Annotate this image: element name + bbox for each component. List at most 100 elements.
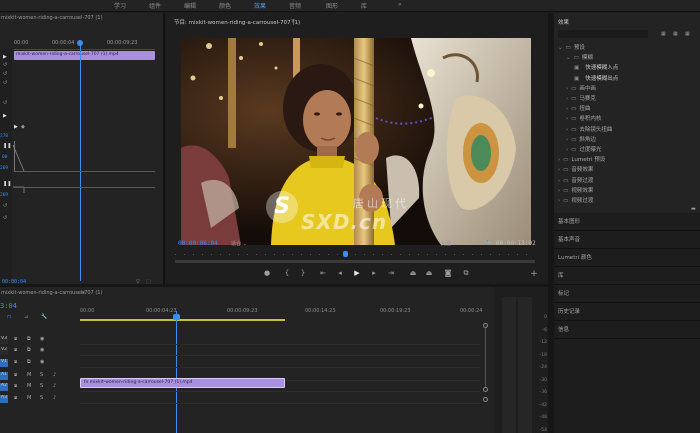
effects-tree-item[interactable]: › ▭ 画中画 [566, 84, 596, 92]
toggle-sync-lock-icon[interactable]: ⧈ [14, 383, 17, 389]
go-to-in-icon[interactable]: ⇤ [318, 269, 328, 277]
ec-reset-icon-6[interactable]: ↺ [3, 215, 7, 221]
mute-track-button[interactable]: M [27, 372, 31, 378]
ec-play-icon[interactable]: ▶ [3, 54, 7, 60]
track-target-toggle[interactable]: V2 [0, 347, 8, 356]
ec-reset-icon-4[interactable]: ↺ [3, 100, 7, 106]
expand-chevron-icon[interactable]: › [558, 188, 560, 194]
effects-tree-item[interactable]: › ▭ Lumetri 预设 [558, 155, 605, 163]
more-workspaces-icon[interactable]: » [398, 1, 402, 8]
wrench-icon[interactable]: 🔧 [485, 239, 491, 245]
solo-track-button[interactable]: S [40, 383, 43, 389]
toggle-sync-lock-icon[interactable]: ⧈ [14, 395, 17, 401]
effects-tree-item[interactable]: › ▭ 视频过渡 [558, 196, 593, 204]
workspace-tab-learn[interactable]: 学习 [114, 1, 126, 10]
expand-chevron-icon[interactable]: › [558, 167, 560, 173]
effects-tree-item[interactable]: › ▭ 过度曝光 [566, 145, 601, 153]
program-fit-select[interactable]: 适合 ⌄ [231, 240, 247, 247]
button-editor-icon[interactable]: + [529, 269, 539, 279]
track-target-toggle[interactable]: A3 [0, 394, 8, 403]
toggle-track-output-icon[interactable]: ⧉ [27, 359, 31, 365]
right-panel-tab[interactable]: 历史记录 [554, 304, 700, 321]
voiceover-record-icon[interactable]: ♪ [53, 395, 56, 401]
comparison-view-icon[interactable]: ⧉ [461, 269, 471, 278]
right-panel-tab[interactable]: 基本图形 [554, 214, 700, 231]
timeline-ruler[interactable]: 00:00 00:00:04:23 00:00:09:23 00:00:14:2… [80, 303, 484, 317]
ec-clip-bar[interactable]: mixkit-women-riding-a-carrousel-707 (1).… [14, 51, 155, 60]
voiceover-record-icon[interactable]: ♪ [53, 372, 56, 378]
preset-file-icon[interactable]: ▣ [574, 76, 579, 82]
effects-tree-item[interactable]: › ▭ 扭曲 [566, 104, 590, 112]
timeline-vertical-scrollbar[interactable] [485, 328, 486, 388]
right-panel-tab[interactable]: 库 [554, 268, 700, 285]
workspace-tab-assembly[interactable]: 组件 [149, 1, 161, 10]
effects-tree-item[interactable]: ▣ 快速模糊入点 [574, 63, 618, 71]
effects-tree-item[interactable]: ▣ 快速模糊出点 [574, 74, 618, 82]
solo-track-button[interactable]: S [40, 372, 43, 378]
program-current-timecode[interactable]: 00:00:06:04 [178, 240, 218, 247]
timeline-playhead[interactable] [176, 311, 177, 433]
add-marker-icon[interactable]: ● [262, 269, 272, 277]
solo-track-button[interactable]: S [40, 395, 43, 401]
toggle-track-output-icon[interactable]: ⧉ [27, 336, 31, 342]
ec-value-2[interactable]: 00 [2, 155, 7, 160]
expand-chevron-icon[interactable]: › [558, 198, 560, 204]
toggle-sync-lock-icon[interactable]: ⧈ [14, 372, 17, 378]
ec-pause-icon-1[interactable]: ❚❚ [3, 143, 11, 149]
lift-icon[interactable]: ⏏ [408, 269, 418, 277]
ec-value-1[interactable]: 270 [0, 134, 8, 139]
workspace-tab-effects[interactable]: 效果 [254, 1, 266, 10]
eye-icon[interactable]: ◉ [40, 347, 44, 353]
effects-tree-item[interactable]: › ▭ 斜角边 [566, 135, 596, 143]
track-target-toggle[interactable]: A1 [0, 371, 8, 380]
work-area-bar[interactable] [80, 319, 285, 321]
ec-reset-icon-2[interactable]: ↺ [3, 71, 7, 77]
timeline-scroll-handle-bottom[interactable] [483, 387, 488, 392]
workspace-tab-editing[interactable]: 编辑 [184, 1, 196, 10]
toggle-track-output-icon[interactable]: ⧉ [27, 347, 31, 353]
export-frame-icon[interactable]: ◙ [443, 269, 453, 277]
effects-tree-item[interactable]: ⌄ ▭ 预设 [558, 43, 585, 51]
program-monitor-menu-icon[interactable]: ≡ [291, 18, 295, 24]
eye-icon[interactable]: ◉ [40, 336, 44, 342]
step-forward-icon[interactable]: ▸ [369, 269, 379, 277]
ec-value-3[interactable]: 269 [0, 166, 8, 171]
effects-tree-item[interactable]: › ▭ 音频效果 [558, 165, 593, 173]
expand-chevron-icon[interactable]: › [566, 106, 568, 112]
eye-icon[interactable]: ◉ [40, 359, 44, 365]
extract-icon[interactable]: ⏏ [424, 269, 434, 277]
linked-selection-icon[interactable]: ⊿ [24, 314, 28, 320]
right-panel-tab[interactable]: 基本声音 [554, 232, 700, 249]
workspace-tab-color[interactable]: 颜色 [219, 1, 231, 10]
expand-chevron-icon[interactable]: › [558, 178, 560, 184]
toggle-sync-lock-icon[interactable]: ⧈ [14, 347, 17, 353]
yuv-effects-icon[interactable]: ▦ [685, 31, 690, 37]
timeline-playhead-timecode[interactable]: 3:04 [0, 302, 17, 310]
program-scrub-bar[interactable] [175, 260, 535, 263]
effects-tree-item[interactable]: › ▭ 音频过渡 [558, 176, 593, 184]
expand-chevron-icon[interactable]: › [566, 147, 568, 153]
effects-tree-item[interactable]: ⌄ ▭ 模糊 [566, 53, 593, 61]
timeline-playhead-handle[interactable] [173, 314, 180, 320]
ec-play-icon-2[interactable]: ▶ [3, 113, 7, 119]
play-icon[interactable]: ▶ [352, 269, 362, 277]
mark-in-icon[interactable]: { [282, 269, 292, 277]
track-target-toggle[interactable]: V1 [0, 358, 8, 367]
preset-file-icon[interactable]: ▣ [574, 65, 579, 71]
new-bin-icon[interactable]: ▬ [691, 206, 696, 212]
expand-chevron-icon[interactable]: ⌄ [566, 55, 571, 61]
accelerated-effects-icon[interactable]: ▦ [661, 31, 666, 37]
step-back-icon[interactable]: ◂ [335, 269, 345, 277]
right-panel-tab[interactable]: 标记 [554, 286, 700, 303]
effects-tree-item[interactable]: › ▭ 卷积内核 [566, 114, 601, 122]
workspace-tab-graphics[interactable]: 图形 [326, 1, 338, 10]
workspace-tab-libraries[interactable]: 库 [361, 1, 367, 10]
mute-track-button[interactable]: M [27, 383, 31, 389]
timeline-clip-v1[interactable]: fx mixkit-women-riding-a-carrousel-707 (… [80, 378, 285, 388]
expand-chevron-icon[interactable]: ⌄ [558, 45, 563, 51]
expand-chevron-icon[interactable]: › [566, 86, 568, 92]
ec-keyframe-diamond-icon[interactable]: ◆ [21, 124, 25, 130]
toggle-sync-lock-icon[interactable]: ⧈ [14, 336, 17, 342]
program-quality-select[interactable]: 完整 ⌄ [441, 240, 457, 247]
ec-value-4[interactable]: 269 [0, 193, 8, 198]
